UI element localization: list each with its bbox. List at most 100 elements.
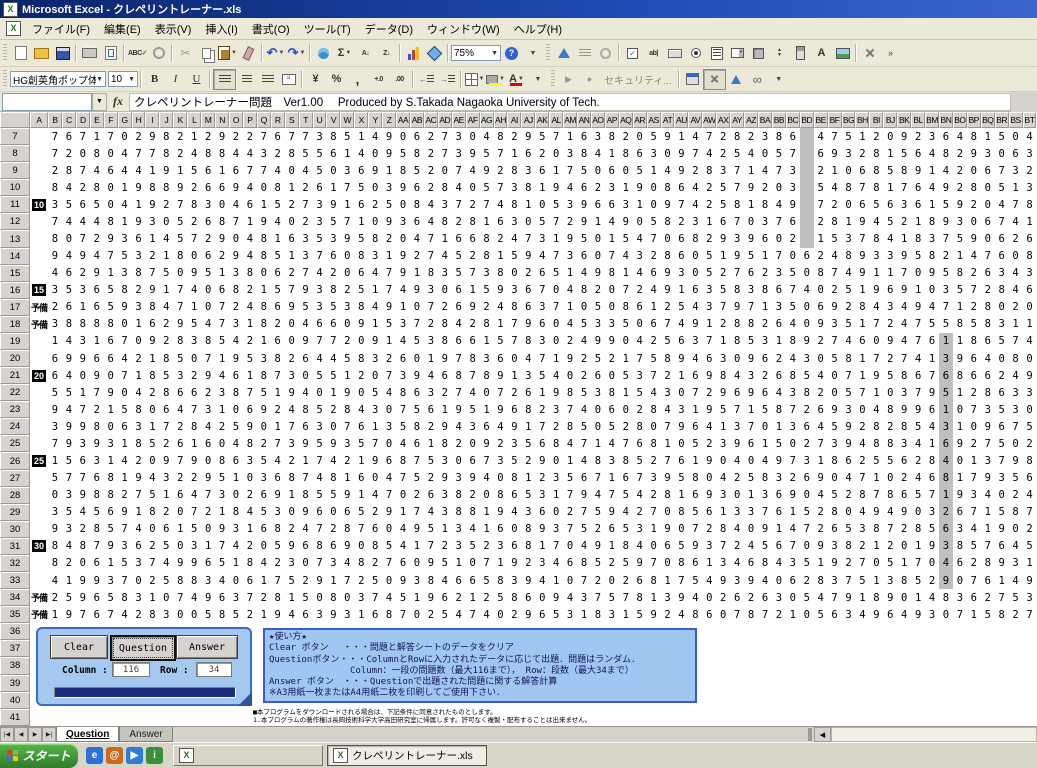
grid-cell[interactable]: 2 bbox=[716, 265, 730, 282]
grid-cell[interactable]: 0 bbox=[159, 213, 173, 230]
grid-cell[interactable]: 7 bbox=[661, 316, 675, 333]
grid-cell[interactable]: 3 bbox=[786, 162, 800, 179]
grid-cell[interactable]: 3 bbox=[90, 452, 104, 469]
grid-cell[interactable]: 1 bbox=[507, 145, 521, 162]
grid-cell[interactable]: 6 bbox=[633, 435, 647, 452]
grid-cell[interactable]: 0 bbox=[911, 504, 925, 521]
grid-cell[interactable]: 3 bbox=[563, 196, 577, 213]
grid-cell[interactable]: 0 bbox=[786, 248, 800, 265]
row-label-cell[interactable]: 予備 bbox=[30, 299, 48, 316]
grid-cell[interactable]: 1 bbox=[814, 230, 828, 247]
grid-cell[interactable]: 2 bbox=[939, 504, 953, 521]
grid-cell[interactable]: 8 bbox=[257, 316, 271, 333]
grid-cell[interactable]: 0 bbox=[215, 435, 229, 452]
grid-cell[interactable]: 4 bbox=[48, 572, 62, 589]
grid-cell[interactable]: 7 bbox=[758, 606, 772, 623]
grid-cell[interactable]: 0 bbox=[869, 555, 883, 572]
grid-cell[interactable]: 9 bbox=[591, 538, 605, 555]
grid-cell[interactable]: 3 bbox=[953, 213, 967, 230]
grid-cell[interactable]: 4 bbox=[452, 316, 466, 333]
grid-cell[interactable]: 2 bbox=[967, 435, 981, 452]
grid-cell[interactable]: 4 bbox=[577, 333, 591, 350]
grid-cell[interactable]: 7 bbox=[967, 504, 981, 521]
grid-cell[interactable]: 7 bbox=[897, 179, 911, 196]
grid-cell[interactable]: 2 bbox=[424, 128, 438, 145]
grid-cell[interactable]: 0 bbox=[326, 162, 340, 179]
grid-cell[interactable]: 9 bbox=[243, 418, 257, 435]
grid-cell[interactable]: 4 bbox=[76, 213, 90, 230]
grid-cell[interactable]: 7 bbox=[981, 538, 995, 555]
grid-cell[interactable]: 3 bbox=[563, 145, 577, 162]
grid-cell[interactable]: 7 bbox=[1009, 418, 1023, 435]
grid-cell[interactable]: 5 bbox=[438, 606, 452, 623]
grid-cell[interactable]: 5 bbox=[187, 316, 201, 333]
grid-cell[interactable]: 7 bbox=[285, 128, 299, 145]
grid-cell[interactable]: 8 bbox=[132, 401, 146, 418]
grid-cell[interactable]: 1 bbox=[438, 230, 452, 247]
grid-cell[interactable]: 1 bbox=[619, 179, 633, 196]
grid-cell[interactable]: 5 bbox=[925, 316, 939, 333]
grid-cell[interactable]: 2 bbox=[354, 367, 368, 384]
grid-cell[interactable]: 5 bbox=[396, 418, 410, 435]
grid-cell[interactable]: 6 bbox=[201, 179, 215, 196]
grid-cell[interactable]: 2 bbox=[480, 299, 494, 316]
grid-cell[interactable]: 4 bbox=[229, 145, 243, 162]
grid-cell[interactable]: 2 bbox=[647, 452, 661, 469]
grid-cell[interactable]: 0 bbox=[995, 487, 1009, 504]
grid-cell[interactable]: 3 bbox=[981, 401, 995, 418]
grid-cell[interactable]: 5 bbox=[145, 435, 159, 452]
grid-cell[interactable]: 6 bbox=[62, 128, 76, 145]
grid-cell[interactable]: 5 bbox=[800, 589, 814, 606]
grid-cell[interactable]: 0 bbox=[688, 248, 702, 265]
grid-cell[interactable]: 9 bbox=[187, 452, 201, 469]
grid-cell[interactable]: 5 bbox=[326, 299, 340, 316]
grid-cell[interactable]: 2 bbox=[438, 299, 452, 316]
grid-cell[interactable]: 6 bbox=[159, 401, 173, 418]
grid-cell[interactable]: 9 bbox=[814, 538, 828, 555]
grid-cell[interactable]: 6 bbox=[257, 521, 271, 538]
grid-cell[interactable]: 2 bbox=[424, 179, 438, 196]
grid-cell[interactable]: 4 bbox=[1009, 367, 1023, 384]
grid-cell[interactable]: 6 bbox=[688, 367, 702, 384]
grid-cell[interactable]: 9 bbox=[716, 230, 730, 247]
grid-cell[interactable]: 0 bbox=[549, 333, 563, 350]
grid-cell[interactable]: 1 bbox=[744, 487, 758, 504]
grid-cell[interactable]: 4 bbox=[535, 248, 549, 265]
grid-cell[interactable]: 1 bbox=[159, 282, 173, 299]
grid-cell[interactable]: 7 bbox=[76, 162, 90, 179]
font-size-combo[interactable]: 10▼ bbox=[108, 71, 138, 87]
grid-cell[interactable]: 7 bbox=[187, 504, 201, 521]
column-header[interactable]: AM bbox=[563, 112, 577, 128]
grid-cell[interactable]: 4 bbox=[730, 452, 744, 469]
row-label-cell[interactable] bbox=[30, 230, 48, 247]
grid-cell[interactable]: 0 bbox=[410, 299, 424, 316]
grid-cell[interactable]: 3 bbox=[1009, 555, 1023, 572]
grid-cell[interactable]: 3 bbox=[187, 538, 201, 555]
grid-cell[interactable]: 3 bbox=[897, 384, 911, 401]
grid-cell[interactable]: 7 bbox=[549, 128, 563, 145]
grid-cell[interactable]: 6 bbox=[104, 504, 118, 521]
grid-cell[interactable]: 0 bbox=[981, 196, 995, 213]
grid-cell[interactable]: 4 bbox=[897, 299, 911, 316]
grid-cell[interactable]: 5 bbox=[507, 452, 521, 469]
grid-cell[interactable]: 2 bbox=[716, 128, 730, 145]
grid-cell[interactable]: 3 bbox=[674, 265, 688, 282]
row-header[interactable]: 25 bbox=[0, 435, 30, 452]
grid-cell[interactable]: 2 bbox=[1009, 299, 1023, 316]
grid-cell[interactable]: 3 bbox=[62, 487, 76, 504]
grid-cell[interactable]: 8 bbox=[368, 538, 382, 555]
grid-cell[interactable]: 0 bbox=[229, 401, 243, 418]
grid-cell[interactable]: 9 bbox=[855, 213, 869, 230]
grid-cell[interactable]: 5 bbox=[967, 316, 981, 333]
grid-cell[interactable]: 1 bbox=[243, 521, 257, 538]
grid-cell[interactable]: 5 bbox=[591, 299, 605, 316]
grid-cell[interactable]: 6 bbox=[967, 589, 981, 606]
grid-cell[interactable]: 1 bbox=[243, 316, 257, 333]
grid-cell[interactable]: 3 bbox=[313, 196, 327, 213]
grid-cell[interactable]: 3 bbox=[549, 521, 563, 538]
grid-cell[interactable]: 9 bbox=[354, 316, 368, 333]
row-label-cell[interactable]: 10 bbox=[30, 196, 48, 213]
grid-cell[interactable]: 5 bbox=[953, 282, 967, 299]
grid-cell[interactable]: 1 bbox=[619, 265, 633, 282]
grid-cell[interactable]: 0 bbox=[563, 572, 577, 589]
